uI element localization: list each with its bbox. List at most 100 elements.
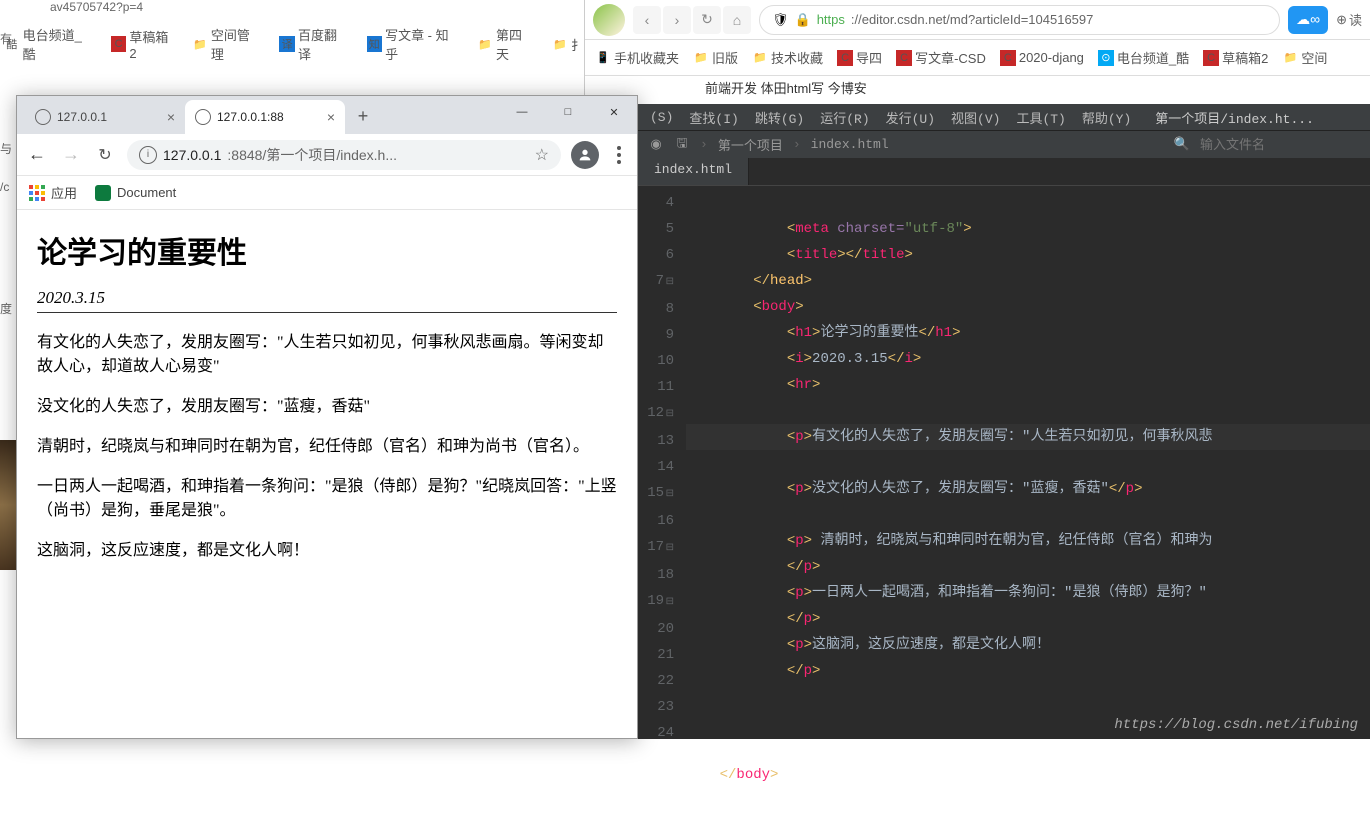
site-icon: ⊙ [1098, 50, 1114, 66]
bookmark-item[interactable]: ⊙电台频道_酷 [1098, 48, 1189, 67]
reader-mode[interactable]: ⊕读 [1336, 10, 1362, 29]
window-title: 第一个项目/index.ht... [1149, 106, 1320, 129]
paragraph: 没文化的人失恋了，发朋友圈写："蓝瘦，香菇" [37, 395, 617, 419]
paragraph: 清朝时，纪晓岚与和珅同时在朝为官，纪任侍郎（官名）和珅为尚书（官名）。 [37, 435, 617, 459]
pycharm-icon [95, 185, 111, 201]
close-window-button[interactable]: ✕ [591, 96, 637, 128]
editor-breadcrumb-bar: ◉ 🖫 › 第一个项目 › index.html 🔍 [638, 130, 1370, 158]
editor-menu-bar: (S) 查找(I) 跳转(G) 运行(R) 发行(U) 视图(V) 工具(T) … [638, 104, 1370, 130]
apps-grid-icon [29, 185, 45, 201]
divider [37, 312, 617, 313]
bg-bookmark-bar: 酷电台频道_酷 C草稿箱2 📁空间管理 译百度翻译 知写文章 - 知乎 📁第四天… [0, 32, 584, 56]
bookmark-item[interactable]: 酷电台频道_酷 [4, 25, 93, 63]
site-icon: C [111, 36, 127, 52]
url-path: :8848/第一个项目/index.h... [227, 145, 397, 165]
globe-icon [35, 109, 51, 125]
folder-icon: 📁 [552, 36, 568, 52]
bookmark-bar: 📱手机收藏夹 📁旧版 📁技术收藏 C导四 C写文章-CSD C2020-djan… [585, 40, 1370, 76]
page-heading: 论学习的重要性 [37, 228, 617, 272]
code-editor: (S) 查找(I) 跳转(G) 运行(R) 发行(U) 视图(V) 工具(T) … [638, 104, 1370, 739]
menu-item[interactable]: 发行(U) [880, 106, 941, 129]
page-date: 2020.3.15 [37, 288, 617, 308]
url-text: ://editor.csdn.net/md?articleId=10451659… [851, 12, 1093, 27]
folder-icon: 📁 [478, 36, 494, 52]
tab-title: 127.0.0.1:88 [217, 110, 284, 124]
bg-browser-window: ‹ › ↻ ⌂ 🛡 🔒 https://editor.csdn.net/md?a… [584, 0, 1370, 104]
lock-icon: 🔒 [795, 12, 811, 28]
menu-item[interactable]: 工具(T) [1010, 106, 1071, 129]
new-tab-button[interactable]: + [349, 102, 377, 130]
close-tab-icon[interactable]: × [167, 109, 175, 125]
bookmark-item[interactable]: C导四 [837, 48, 882, 67]
breadcrumb-item[interactable]: index.html [811, 137, 889, 152]
bookmark-item[interactable]: 📁第四天 [478, 25, 534, 63]
chrome-tab-strip: 127.0.0.1 × 127.0.0.1:88 × + — □ ✕ [17, 96, 637, 134]
minimize-button[interactable]: — [499, 96, 545, 128]
left-edge-clipped: 有 与 /c 度 [0, 30, 16, 739]
site-icon: 译 [279, 36, 295, 52]
maximize-button[interactable]: □ [545, 96, 591, 128]
apps-button[interactable]: 应用 [29, 183, 77, 202]
globe-icon [195, 109, 211, 125]
bookmark-item[interactable]: 📁空间 [1282, 48, 1327, 67]
browser-tab-active[interactable]: 127.0.0.1:88 × [185, 100, 345, 134]
site-info-icon[interactable]: i [139, 146, 157, 164]
address-bar[interactable]: i 127.0.0.1 :8848/第一个项目/index.h... ☆ [127, 140, 561, 170]
editor-tab-strip: index.html [638, 158, 1370, 186]
save-icon[interactable]: 🖫 [674, 137, 690, 153]
forward-button[interactable]: › [663, 6, 691, 34]
avatar[interactable] [593, 4, 625, 36]
home-button[interactable]: ⌂ [723, 6, 751, 34]
bookmark-item[interactable]: C写文章-CSD [896, 48, 986, 67]
bookmark-item[interactable]: C2020-djang [1000, 50, 1084, 66]
bookmark-item[interactable]: C草稿箱2 [111, 27, 174, 61]
paragraph: 一日两人一起喝酒，和珅指着一条狗问："是狼（侍郎）是狗？"纪晓岚回答："上竖（尚… [37, 475, 617, 523]
line-gutter: 4 5 6 7⊟ 8 9 10 11 12⊟ 13 14 15⊟ 16 17⊟ … [638, 186, 686, 818]
bookmark-item[interactable]: 知写文章 - 知乎 [367, 25, 460, 63]
kebab-menu-button[interactable] [609, 146, 629, 164]
cloud-sync-icon[interactable]: ☁∞ [1288, 6, 1328, 34]
site-icon: 知 [367, 36, 383, 52]
bookmark-item[interactable]: 📁扌 [552, 35, 584, 54]
bookmark-item[interactable]: 📁旧版 [693, 48, 738, 67]
browser-tab[interactable]: 127.0.0.1 × [25, 100, 185, 134]
bookmark-item[interactable]: C草稿箱2 [1203, 48, 1268, 67]
bookmark-star-icon[interactable]: ☆ [535, 145, 549, 165]
menu-item[interactable]: 查找(I) [683, 106, 744, 129]
editor-tab[interactable]: index.html [638, 158, 749, 185]
folder-icon: 📁 [693, 50, 709, 66]
folder-icon: 📁 [192, 36, 208, 52]
search-file-icon[interactable]: 🔍 [1174, 137, 1190, 153]
close-tab-icon[interactable]: × [327, 109, 335, 125]
folder-icon: 📁 [752, 50, 768, 66]
mobile-icon: 📱 [595, 50, 611, 66]
menu-item[interactable]: (S) [644, 108, 679, 127]
bookmark-item[interactable]: 译百度翻译 [279, 25, 348, 63]
back-button[interactable]: ‹ [633, 6, 661, 34]
tab-title: 127.0.0.1 [57, 110, 107, 124]
breadcrumb-item[interactable]: 第一个项目 [718, 135, 783, 154]
site-icon: C [1203, 50, 1219, 66]
profile-button[interactable] [571, 141, 599, 169]
menu-item[interactable]: 运行(R) [814, 106, 875, 129]
bookmark-item[interactable]: Document [95, 185, 176, 201]
bookmark-bar: 应用 Document [17, 176, 637, 210]
url-protocol: https [817, 12, 845, 27]
url-host: 127.0.0.1 [163, 147, 221, 163]
chrome-browser-window: 127.0.0.1 × 127.0.0.1:88 × + — □ ✕ ← → ↻… [16, 95, 638, 739]
bookmark-item[interactable]: 📁技术收藏 [752, 48, 823, 67]
back-button[interactable]: ← [25, 143, 49, 167]
menu-item[interactable]: 跳转(G) [749, 106, 810, 129]
menu-item[interactable]: 视图(V) [945, 106, 1006, 129]
file-search-input[interactable] [1200, 137, 1360, 152]
reload-button[interactable]: ↻ [93, 143, 117, 167]
menu-item[interactable]: 帮助(Y) [1076, 106, 1137, 129]
bookmark-item[interactable]: 📱手机收藏夹 [595, 48, 679, 67]
preview-icon[interactable]: ◉ [648, 137, 664, 153]
bg-url-fragment: av45705742?p=4 [50, 0, 143, 14]
site-icon: C [896, 50, 912, 66]
bookmark-item[interactable]: 📁空间管理 [192, 25, 261, 63]
address-bar[interactable]: 🛡 🔒 https://editor.csdn.net/md?articleId… [759, 5, 1280, 35]
reload-button[interactable]: ↻ [693, 6, 721, 34]
watermark-text: https://blog.csdn.net/ifubing [1114, 717, 1358, 733]
